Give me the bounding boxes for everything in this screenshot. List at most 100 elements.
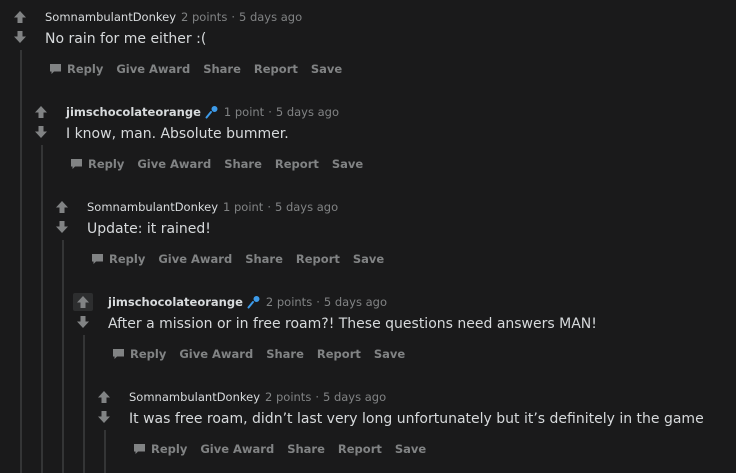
vote-controls bbox=[92, 388, 116, 432]
upvote-arrow-icon bbox=[98, 391, 110, 403]
downvote-arrow-icon bbox=[35, 126, 47, 138]
meta-separator: · bbox=[316, 295, 320, 309]
comment-body: No rain for me either :( bbox=[45, 31, 207, 47]
reply-label: Reply bbox=[130, 347, 167, 361]
share-button[interactable]: Share bbox=[203, 62, 241, 76]
comment-body: I know, man. Absolute bummer. bbox=[66, 126, 289, 142]
comment-header: jimschocolateorange 2 points · 5 days ag… bbox=[108, 293, 387, 311]
upvote-button[interactable] bbox=[94, 388, 114, 406]
share-button[interactable]: Share bbox=[245, 252, 283, 266]
vote-controls bbox=[8, 8, 32, 52]
report-button[interactable]: Report bbox=[338, 442, 382, 456]
downvote-button[interactable] bbox=[31, 123, 51, 141]
give-award-button[interactable]: Give Award bbox=[137, 157, 211, 171]
meta-separator: · bbox=[268, 105, 272, 119]
downvote-arrow-icon bbox=[14, 31, 26, 43]
meta-separator: · bbox=[315, 390, 319, 404]
comment-points: 2 points bbox=[265, 295, 313, 309]
comment-body: Update: it rained! bbox=[87, 221, 211, 237]
upvote-button[interactable] bbox=[52, 198, 72, 216]
upvote-button[interactable] bbox=[31, 103, 51, 121]
comment-points: 2 points bbox=[181, 10, 228, 24]
report-button[interactable]: Report bbox=[317, 347, 361, 361]
downvote-button[interactable] bbox=[94, 408, 114, 426]
share-button[interactable]: Share bbox=[287, 442, 325, 456]
comment-points: 1 point bbox=[223, 105, 265, 119]
comment: SomnambulantDonkey 2 points · 5 days ago… bbox=[0, 8, 736, 103]
reply-button[interactable]: Reply bbox=[70, 157, 124, 171]
reply-label: Reply bbox=[151, 442, 188, 456]
downvote-button[interactable] bbox=[10, 28, 30, 46]
comment-body: It was free roam, didn’t last very long … bbox=[129, 411, 704, 427]
downvote-arrow-icon bbox=[77, 316, 89, 328]
comment: SomnambulantDonkey 1 point · 5 days ago … bbox=[0, 198, 736, 293]
vote-controls bbox=[50, 198, 74, 242]
comment-author[interactable]: SomnambulantDonkey bbox=[45, 10, 176, 24]
comment-timestamp[interactable]: 5 days ago bbox=[239, 10, 302, 24]
give-award-button[interactable]: Give Award bbox=[200, 442, 274, 456]
comment-timestamp[interactable]: 5 days ago bbox=[275, 200, 338, 214]
comment: jimschocolateorange 1 point · 5 days ago… bbox=[0, 103, 736, 198]
share-button[interactable]: Share bbox=[224, 157, 262, 171]
upvote-arrow-icon bbox=[56, 201, 68, 213]
comment-header: SomnambulantDonkey 2 points · 5 days ago bbox=[129, 388, 386, 406]
reply-label: Reply bbox=[88, 157, 125, 171]
comment-timestamp[interactable]: 5 days ago bbox=[276, 105, 339, 119]
reply-label: Reply bbox=[109, 252, 146, 266]
save-button[interactable]: Save bbox=[332, 157, 363, 171]
meta-separator: · bbox=[231, 10, 235, 24]
comment-header: SomnambulantDonkey 1 point · 5 days ago bbox=[87, 198, 338, 216]
user-flair bbox=[205, 105, 219, 119]
microphone-icon bbox=[247, 296, 260, 309]
comment-header: jimschocolateorange 1 point · 5 days ago bbox=[66, 103, 339, 121]
vote-controls bbox=[29, 103, 53, 147]
speech-bubble-icon bbox=[133, 443, 146, 455]
microphone-icon bbox=[205, 106, 218, 119]
speech-bubble-icon bbox=[70, 158, 83, 170]
upvote-arrow-icon bbox=[77, 296, 89, 308]
comment-actions: Reply Give Award Share Report Save bbox=[49, 59, 355, 79]
user-flair bbox=[247, 295, 261, 309]
meta-separator: · bbox=[267, 200, 271, 214]
give-award-button[interactable]: Give Award bbox=[116, 62, 190, 76]
comment-actions: Reply Give Award Share Report Save bbox=[112, 344, 418, 364]
reply-label: Reply bbox=[67, 62, 104, 76]
downvote-button[interactable] bbox=[73, 313, 93, 331]
speech-bubble-icon bbox=[91, 253, 104, 265]
report-button[interactable]: Report bbox=[296, 252, 340, 266]
upvote-arrow-icon bbox=[14, 11, 26, 23]
comment-author[interactable]: SomnambulantDonkey bbox=[87, 200, 218, 214]
comment-header: SomnambulantDonkey 2 points · 5 days ago bbox=[45, 8, 302, 26]
comment-timestamp[interactable]: 5 days ago bbox=[323, 390, 386, 404]
save-button[interactable]: Save bbox=[311, 62, 342, 76]
downvote-arrow-icon bbox=[98, 411, 110, 423]
vote-controls bbox=[71, 293, 95, 337]
comment-author[interactable]: jimschocolateorange bbox=[108, 295, 243, 309]
reply-button[interactable]: Reply bbox=[133, 442, 187, 456]
upvote-button[interactable] bbox=[73, 293, 93, 311]
upvote-button[interactable] bbox=[10, 8, 30, 26]
report-button[interactable]: Report bbox=[275, 157, 319, 171]
give-award-button[interactable]: Give Award bbox=[158, 252, 232, 266]
report-button[interactable]: Report bbox=[254, 62, 298, 76]
comment-author[interactable]: SomnambulantDonkey bbox=[129, 390, 260, 404]
comment-points: 2 points bbox=[265, 390, 312, 404]
reply-button[interactable]: Reply bbox=[91, 252, 145, 266]
give-award-button[interactable]: Give Award bbox=[179, 347, 253, 361]
reply-button[interactable]: Reply bbox=[49, 62, 103, 76]
comment-timestamp[interactable]: 5 days ago bbox=[324, 295, 387, 309]
comment-actions: Reply Give Award Share Report Save bbox=[91, 249, 397, 269]
save-button[interactable]: Save bbox=[353, 252, 384, 266]
comment-author[interactable]: jimschocolateorange bbox=[66, 105, 201, 119]
save-button[interactable]: Save bbox=[374, 347, 405, 361]
comment-actions: Reply Give Award Share Report Save bbox=[133, 439, 439, 459]
speech-bubble-icon bbox=[112, 348, 125, 360]
downvote-button[interactable] bbox=[52, 218, 72, 236]
comment-body: After a mission or in free roam?! These … bbox=[108, 316, 597, 332]
reply-button[interactable]: Reply bbox=[112, 347, 166, 361]
comment-actions: Reply Give Award Share Report Save bbox=[70, 154, 376, 174]
save-button[interactable]: Save bbox=[395, 442, 426, 456]
comment-thread: SomnambulantDonkey 2 points · 5 days ago… bbox=[0, 0, 736, 473]
speech-bubble-icon bbox=[49, 63, 62, 75]
share-button[interactable]: Share bbox=[266, 347, 304, 361]
